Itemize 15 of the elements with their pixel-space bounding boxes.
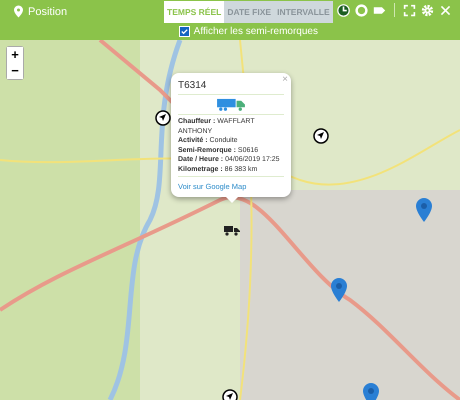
clock-icon[interactable]: [337, 4, 350, 16]
panel-title: Position: [28, 6, 68, 18]
popup-close-button[interactable]: ×: [282, 74, 288, 85]
mode-tab[interactable]: INTERVALLE: [274, 1, 333, 23]
vehicle-id: T6314: [178, 80, 208, 91]
map-pin-icon[interactable]: [416, 198, 432, 222]
truck-icon: [217, 98, 245, 111]
map-pin-icon[interactable]: [331, 278, 347, 302]
truck-icon[interactable]: [224, 224, 240, 236]
map-pin-icon[interactable]: [363, 383, 379, 400]
checkbox[interactable]: [178, 26, 190, 37]
mode-tab[interactable]: TEMPS RÉEL: [164, 1, 224, 23]
location-pin-icon: [14, 5, 23, 18]
mode-tab[interactable]: DATE FIXE: [224, 1, 274, 23]
checkbox-label: Afficher les semi-remorques: [194, 26, 318, 37]
